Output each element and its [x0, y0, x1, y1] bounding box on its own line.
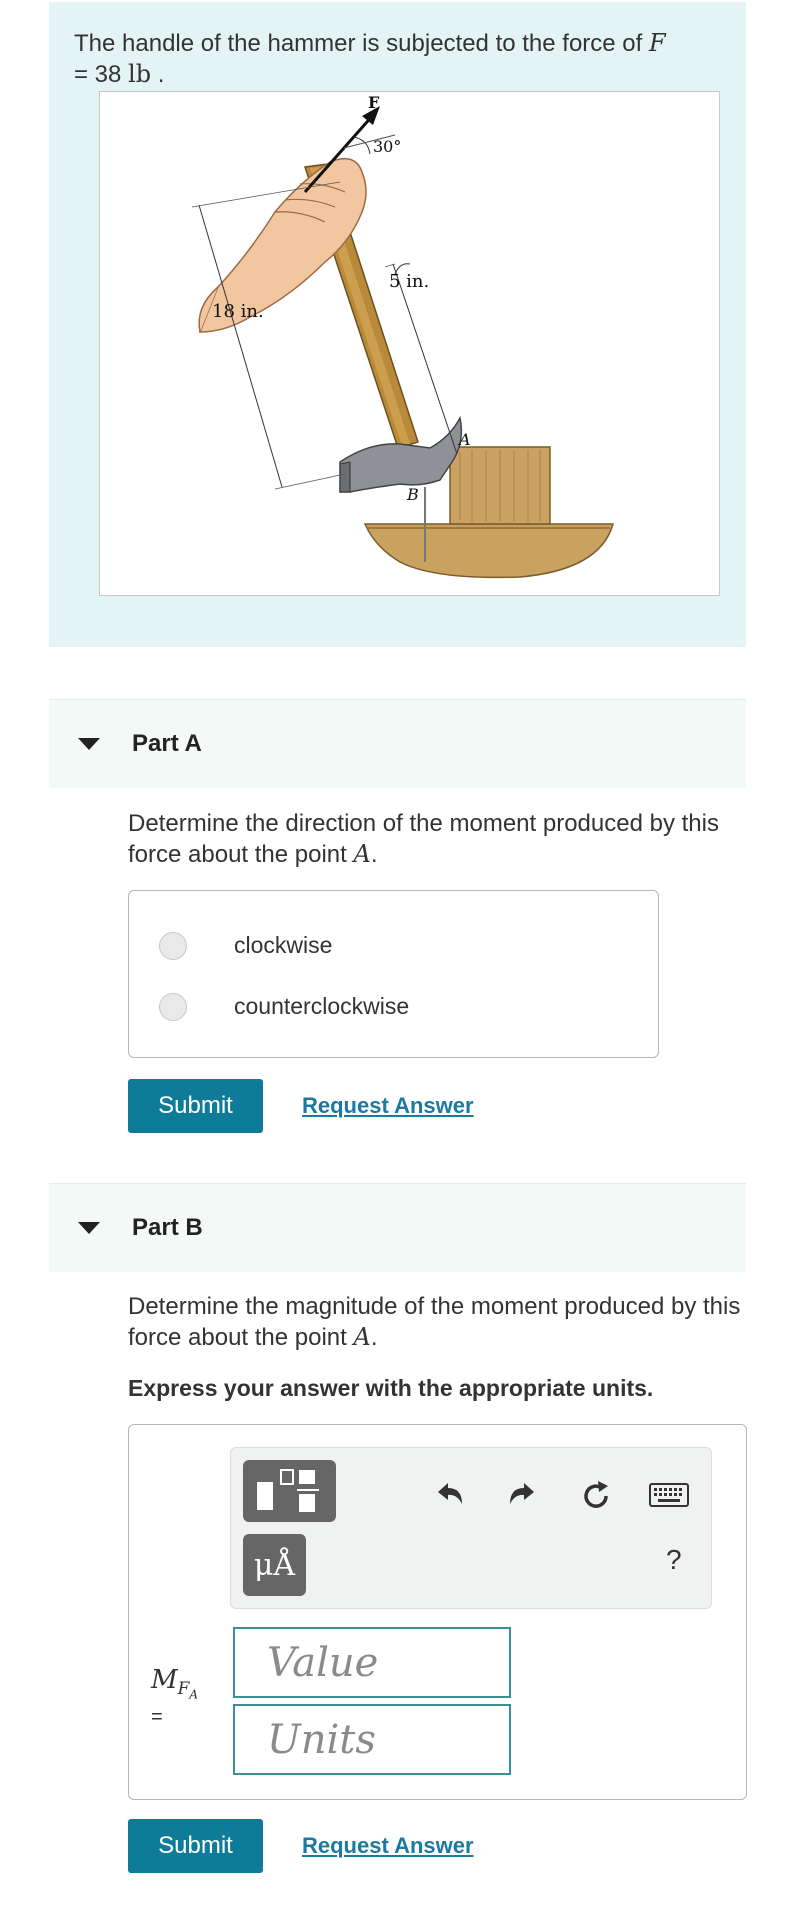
- part-a-label: Part A: [132, 730, 202, 757]
- part-b-submit-button[interactable]: Submit: [128, 1819, 263, 1873]
- units-icon: μÅ: [253, 1548, 296, 1583]
- part-a-submit-button[interactable]: Submit: [128, 1079, 263, 1133]
- value-input[interactable]: [235, 1629, 509, 1696]
- choice-label: counterclockwise: [234, 993, 410, 1019]
- part-b-question: Determine the magnitude of the moment pr…: [128, 1293, 741, 1351]
- units-field[interactable]: [233, 1704, 511, 1775]
- angle-label: 30°: [373, 137, 401, 156]
- part-b-label: Part B: [132, 1214, 203, 1241]
- collapse-triangle-icon[interactable]: [78, 738, 100, 750]
- templates-icon: [257, 1469, 319, 1512]
- part-b-request-answer-link[interactable]: Request Answer: [302, 1833, 474, 1859]
- units-button[interactable]: μÅ: [243, 1534, 306, 1596]
- hammer-figure: F 30° 5 in. 18 in. 5 in. A B: [99, 91, 720, 596]
- part-a-header[interactable]: Part A: [49, 699, 746, 788]
- part-a-request-answer-link[interactable]: Request Answer: [302, 1093, 474, 1119]
- help-button[interactable]: ?: [666, 1544, 682, 1576]
- choice-label: clockwise: [234, 932, 333, 958]
- answer-box: μÅ ? MFA =: [128, 1424, 747, 1800]
- undo-icon[interactable]: [432, 1478, 466, 1512]
- point-a-label: A: [457, 430, 471, 449]
- board: [363, 523, 614, 579]
- equals-sign: =: [151, 1706, 163, 1728]
- collapse-triangle-icon[interactable]: [78, 1222, 100, 1234]
- redo-icon[interactable]: [506, 1478, 540, 1512]
- dim-5-label: 5 in.: [389, 271, 429, 292]
- part-b-header[interactable]: Part B: [49, 1183, 746, 1272]
- hammer-diagram: F 30° 5 in. 18 in. 5 in. A B: [191, 93, 614, 579]
- reset-icon[interactable]: [578, 1478, 614, 1514]
- choice-counterclockwise[interactable]: counterclockwise: [159, 987, 559, 1027]
- templates-button[interactable]: [243, 1460, 336, 1522]
- dim-18-label: 18 in.: [212, 301, 264, 322]
- units-input[interactable]: [235, 1706, 509, 1773]
- part-b-instruction: Express your answer with the appropriate…: [128, 1375, 654, 1401]
- radio-button[interactable]: [159, 993, 187, 1021]
- keyboard-icon[interactable]: [649, 1482, 689, 1508]
- radio-button[interactable]: [159, 932, 187, 960]
- part-a-question: Determine the direction of the moment pr…: [128, 810, 719, 868]
- problem-text: The handle of the hammer is subjected to…: [74, 29, 666, 88]
- answer-variable-label: MFA: [151, 1665, 199, 1702]
- value-field[interactable]: [233, 1627, 511, 1698]
- direction-choices: clockwise counterclockwise: [128, 890, 659, 1058]
- force-label: F: [368, 93, 380, 112]
- problem-statement: The handle of the hammer is subjected to…: [49, 2, 746, 647]
- point-b-label: B: [406, 485, 419, 504]
- math-toolbar: μÅ ?: [230, 1447, 712, 1609]
- choice-clockwise[interactable]: clockwise: [159, 926, 559, 966]
